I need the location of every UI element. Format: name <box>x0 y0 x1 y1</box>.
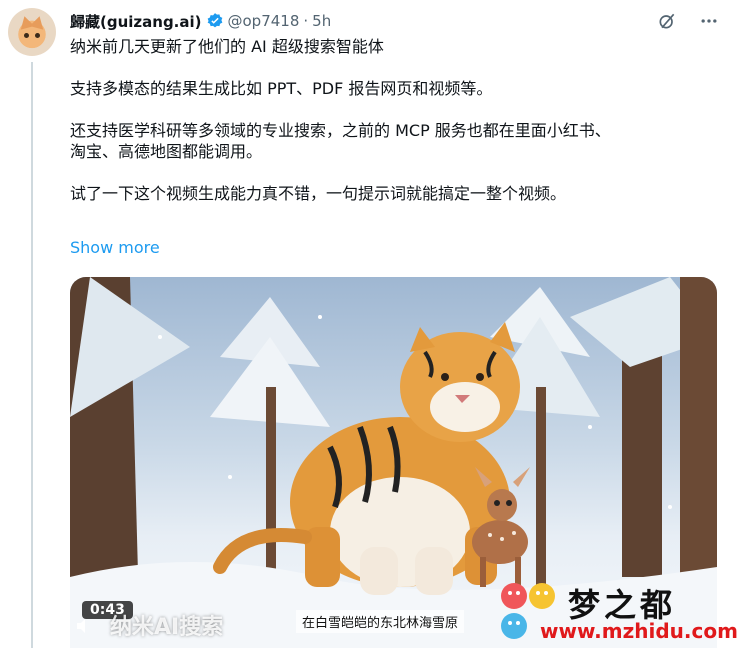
avatar-eye-left <box>24 33 29 38</box>
post-time[interactable]: 5h <box>312 12 331 30</box>
tweet-line: 纳米前几天更新了他们的 AI 超级搜索智能体 <box>70 37 384 56</box>
author-name[interactable]: 歸藏(guizang.ai) <box>70 11 202 32</box>
tweet-text: 纳米前几天更新了他们的 AI 超级搜索智能体 支持多模态的结果生成比如 PPT、… <box>70 36 720 204</box>
video-watermark: 纳米AI搜索 <box>110 615 224 640</box>
tweet-line: 淘宝、高德地图都能调用。 <box>70 142 263 161</box>
show-more-link[interactable]: Show more <box>70 238 160 257</box>
video-subtitle: 在白雪皑皑的东北林海雪原 <box>296 610 465 633</box>
avatar-eye-right <box>35 33 40 38</box>
thread-line <box>31 62 33 648</box>
mute-icon[interactable] <box>74 616 94 636</box>
avatar[interactable] <box>8 8 56 56</box>
tweet-line: 试了一下这个视频生成能力真不错，一句提示词就能搞定一整个视频。 <box>70 184 567 203</box>
tweet-line: 还支持医学科研等多领域的专业搜索，之前的 MCP 服务也都在里面小红书、 <box>70 121 611 140</box>
more-icon[interactable] <box>699 11 719 31</box>
separator-dot: · <box>303 12 309 30</box>
tweet-actions-top <box>657 11 719 31</box>
grok-icon[interactable] <box>657 11 677 31</box>
avatar-ear-right <box>29 14 47 30</box>
tweet-line: 支持多模态的结果生成比如 PPT、PDF 报告网页和视频等。 <box>70 79 493 98</box>
author-handle[interactable]: @op7418 <box>228 12 300 30</box>
tweet-header: 歸藏(guizang.ai) @op7418 · 5h <box>70 10 331 32</box>
site-watermark-url: www.mzhidu.com <box>540 619 737 643</box>
verified-icon <box>207 13 222 28</box>
